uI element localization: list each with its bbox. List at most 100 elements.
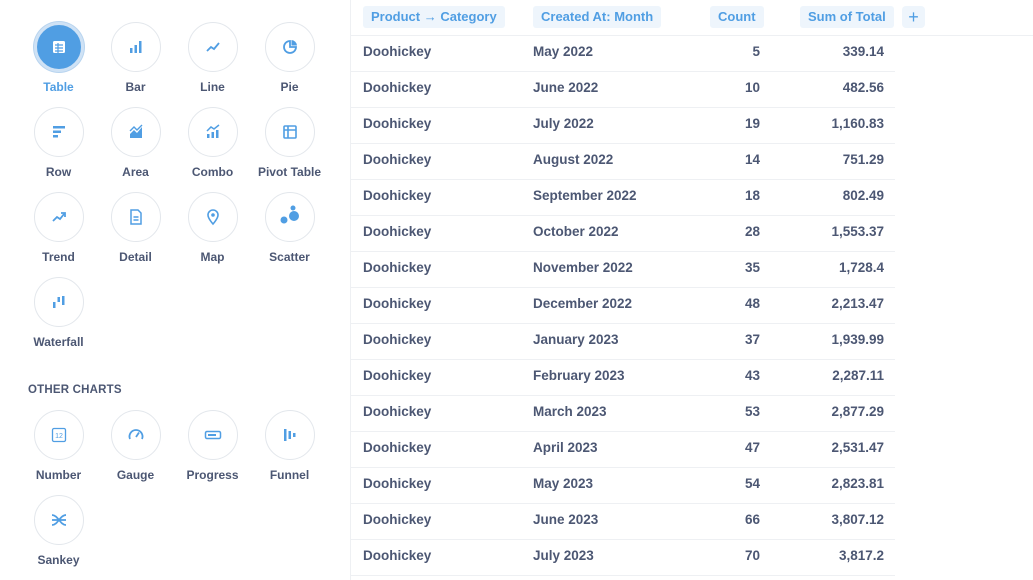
- column-header-created-at[interactable]: Created At: Month: [533, 6, 662, 28]
- viz-option-area[interactable]: Area: [97, 107, 174, 192]
- line-icon: [187, 22, 238, 72]
- combo-icon: [187, 107, 238, 157]
- viz-option-progress[interactable]: Progress: [174, 410, 251, 495]
- cell-month[interactable]: July 2023: [533, 540, 594, 572]
- other-charts-heading: OTHER CHARTS: [28, 384, 122, 396]
- viz-option-number[interactable]: 12 Number: [20, 410, 97, 495]
- trend-icon: [33, 192, 84, 242]
- cell-count: 54: [744, 476, 760, 491]
- viz-option-label: Table: [43, 80, 74, 94]
- cell-category[interactable]: Doohickey: [363, 144, 431, 176]
- cell-month[interactable]: August 2022: [533, 144, 613, 176]
- table-row: Doohickey January 2023 37 1,939.99: [351, 324, 895, 360]
- cell-month[interactable]: June 2023: [533, 504, 598, 536]
- cell-month[interactable]: June 2022: [533, 72, 598, 104]
- cell-category[interactable]: Doohickey: [363, 504, 431, 536]
- cell-category[interactable]: Doohickey: [363, 180, 431, 212]
- viz-option-row[interactable]: Row: [20, 107, 97, 192]
- viz-option-label: Trend: [42, 250, 75, 264]
- viz-option-trend[interactable]: Trend: [20, 192, 97, 277]
- cell-month[interactable]: January 2023: [533, 324, 619, 356]
- viz-option-scatter[interactable]: Scatter: [251, 192, 328, 277]
- map-icon: [187, 192, 238, 242]
- cell-month[interactable]: December 2022: [533, 288, 632, 320]
- table-row: Doohickey December 2022 48 2,213.47: [351, 288, 895, 324]
- gauge-icon: [110, 410, 161, 460]
- cell-category[interactable]: Doohickey: [363, 432, 431, 464]
- viz-option-label: Funnel: [269, 468, 310, 482]
- viz-option-combo[interactable]: Combo: [174, 107, 251, 192]
- viz-picker-panel: Table Bar Line Pie Row Area Combo Pivot Table Tr…: [0, 0, 350, 580]
- viz-option-pivot-table[interactable]: Pivot Table: [251, 107, 328, 192]
- detail-icon: [110, 192, 161, 242]
- viz-option-label: Line: [200, 80, 225, 94]
- viz-option-label: Sankey: [37, 553, 80, 567]
- viz-option-funnel[interactable]: Funnel: [251, 410, 328, 495]
- table-row: Doohickey March 2023 53 2,877.29: [351, 396, 895, 432]
- viz-option-label: Pie: [280, 80, 299, 94]
- cell-category[interactable]: Doohickey: [363, 540, 431, 572]
- viz-option-label: Area: [122, 165, 149, 179]
- cell-category[interactable]: Doohickey: [363, 252, 431, 284]
- table-header: Product → Category Created At: Month Cou…: [351, 0, 1033, 36]
- cell-category[interactable]: Doohickey: [363, 396, 431, 428]
- viz-option-waterfall[interactable]: Waterfall: [20, 277, 97, 362]
- table-row: Doohickey April 2023 47 2,531.47: [351, 432, 895, 468]
- viz-option-label: Number: [35, 468, 82, 482]
- cell-month[interactable]: July 2022: [533, 108, 594, 140]
- waterfall-icon: [33, 277, 84, 327]
- cell-month[interactable]: May 2022: [533, 36, 593, 68]
- table-row: Doohickey July 2023 70 3,817.2: [351, 540, 895, 576]
- viz-option-label: Detail: [119, 250, 152, 264]
- bar-icon: [110, 22, 161, 72]
- cell-category[interactable]: Doohickey: [363, 324, 431, 356]
- viz-type-grid: Table Bar Line Pie Row Area Combo Pivot Table Tr…: [20, 22, 328, 362]
- add-column-button[interactable]: +: [902, 6, 925, 28]
- viz-option-line[interactable]: Line: [174, 22, 251, 107]
- cell-category[interactable]: Doohickey: [363, 72, 431, 104]
- viz-option-label: Pivot Table: [257, 165, 322, 179]
- cell-sum-total: 482.56: [842, 80, 884, 95]
- cell-category[interactable]: Doohickey: [363, 468, 431, 500]
- viz-option-map[interactable]: Map: [174, 192, 251, 277]
- row-icon: [33, 107, 84, 157]
- cell-month[interactable]: February 2023: [533, 360, 625, 392]
- cell-count: 5: [752, 44, 760, 59]
- table-row: Doohickey May 2023 54 2,823.81: [351, 468, 895, 504]
- sankey-icon: [33, 495, 84, 545]
- cell-month[interactable]: October 2022: [533, 216, 619, 248]
- cell-month[interactable]: March 2023: [533, 396, 607, 428]
- viz-option-bar[interactable]: Bar: [97, 22, 174, 107]
- viz-option-gauge[interactable]: Gauge: [97, 410, 174, 495]
- viz-option-detail[interactable]: Detail: [97, 192, 174, 277]
- cell-category[interactable]: Doohickey: [363, 36, 431, 68]
- viz-option-pie[interactable]: Pie: [251, 22, 328, 107]
- table-row: Doohickey November 2022 35 1,728.4: [351, 252, 895, 288]
- viz-option-sankey[interactable]: Sankey: [20, 495, 97, 580]
- cell-month[interactable]: September 2022: [533, 180, 637, 212]
- viz-option-table[interactable]: Table: [20, 22, 97, 107]
- cell-count: 10: [744, 80, 760, 95]
- cell-sum-total: 339.14: [842, 44, 884, 59]
- table-row: Doohickey June 2023 66 3,807.12: [351, 504, 895, 540]
- cell-sum-total: 2,287.11: [832, 368, 884, 383]
- cell-month[interactable]: November 2022: [533, 252, 633, 284]
- cell-count: 66: [744, 512, 760, 527]
- cell-month[interactable]: May 2023: [533, 468, 593, 500]
- viz-option-label: Combo: [191, 165, 234, 179]
- results-table: Product → Category Created At: Month Cou…: [351, 0, 1033, 580]
- cell-category[interactable]: Doohickey: [363, 108, 431, 140]
- cell-category[interactable]: Doohickey: [363, 216, 431, 248]
- cell-category[interactable]: Doohickey: [363, 288, 431, 320]
- table-body: Doohickey May 2022 5 339.14 Doohickey June 20…: [351, 36, 895, 576]
- cell-month[interactable]: April 2023: [533, 432, 598, 464]
- column-header-sum-total[interactable]: Sum of Total: [800, 6, 894, 28]
- table-row: Doohickey October 2022 28 1,553.37: [351, 216, 895, 252]
- cell-category[interactable]: Doohickey: [363, 360, 431, 392]
- table-row: Doohickey June 2022 10 482.56: [351, 72, 895, 108]
- column-header-count[interactable]: Count: [710, 6, 764, 28]
- cell-sum-total: 1,553.37: [831, 224, 884, 239]
- number-icon: 12: [33, 410, 84, 460]
- column-header-category[interactable]: Product → Category: [363, 6, 505, 28]
- cell-count: 48: [744, 296, 760, 311]
